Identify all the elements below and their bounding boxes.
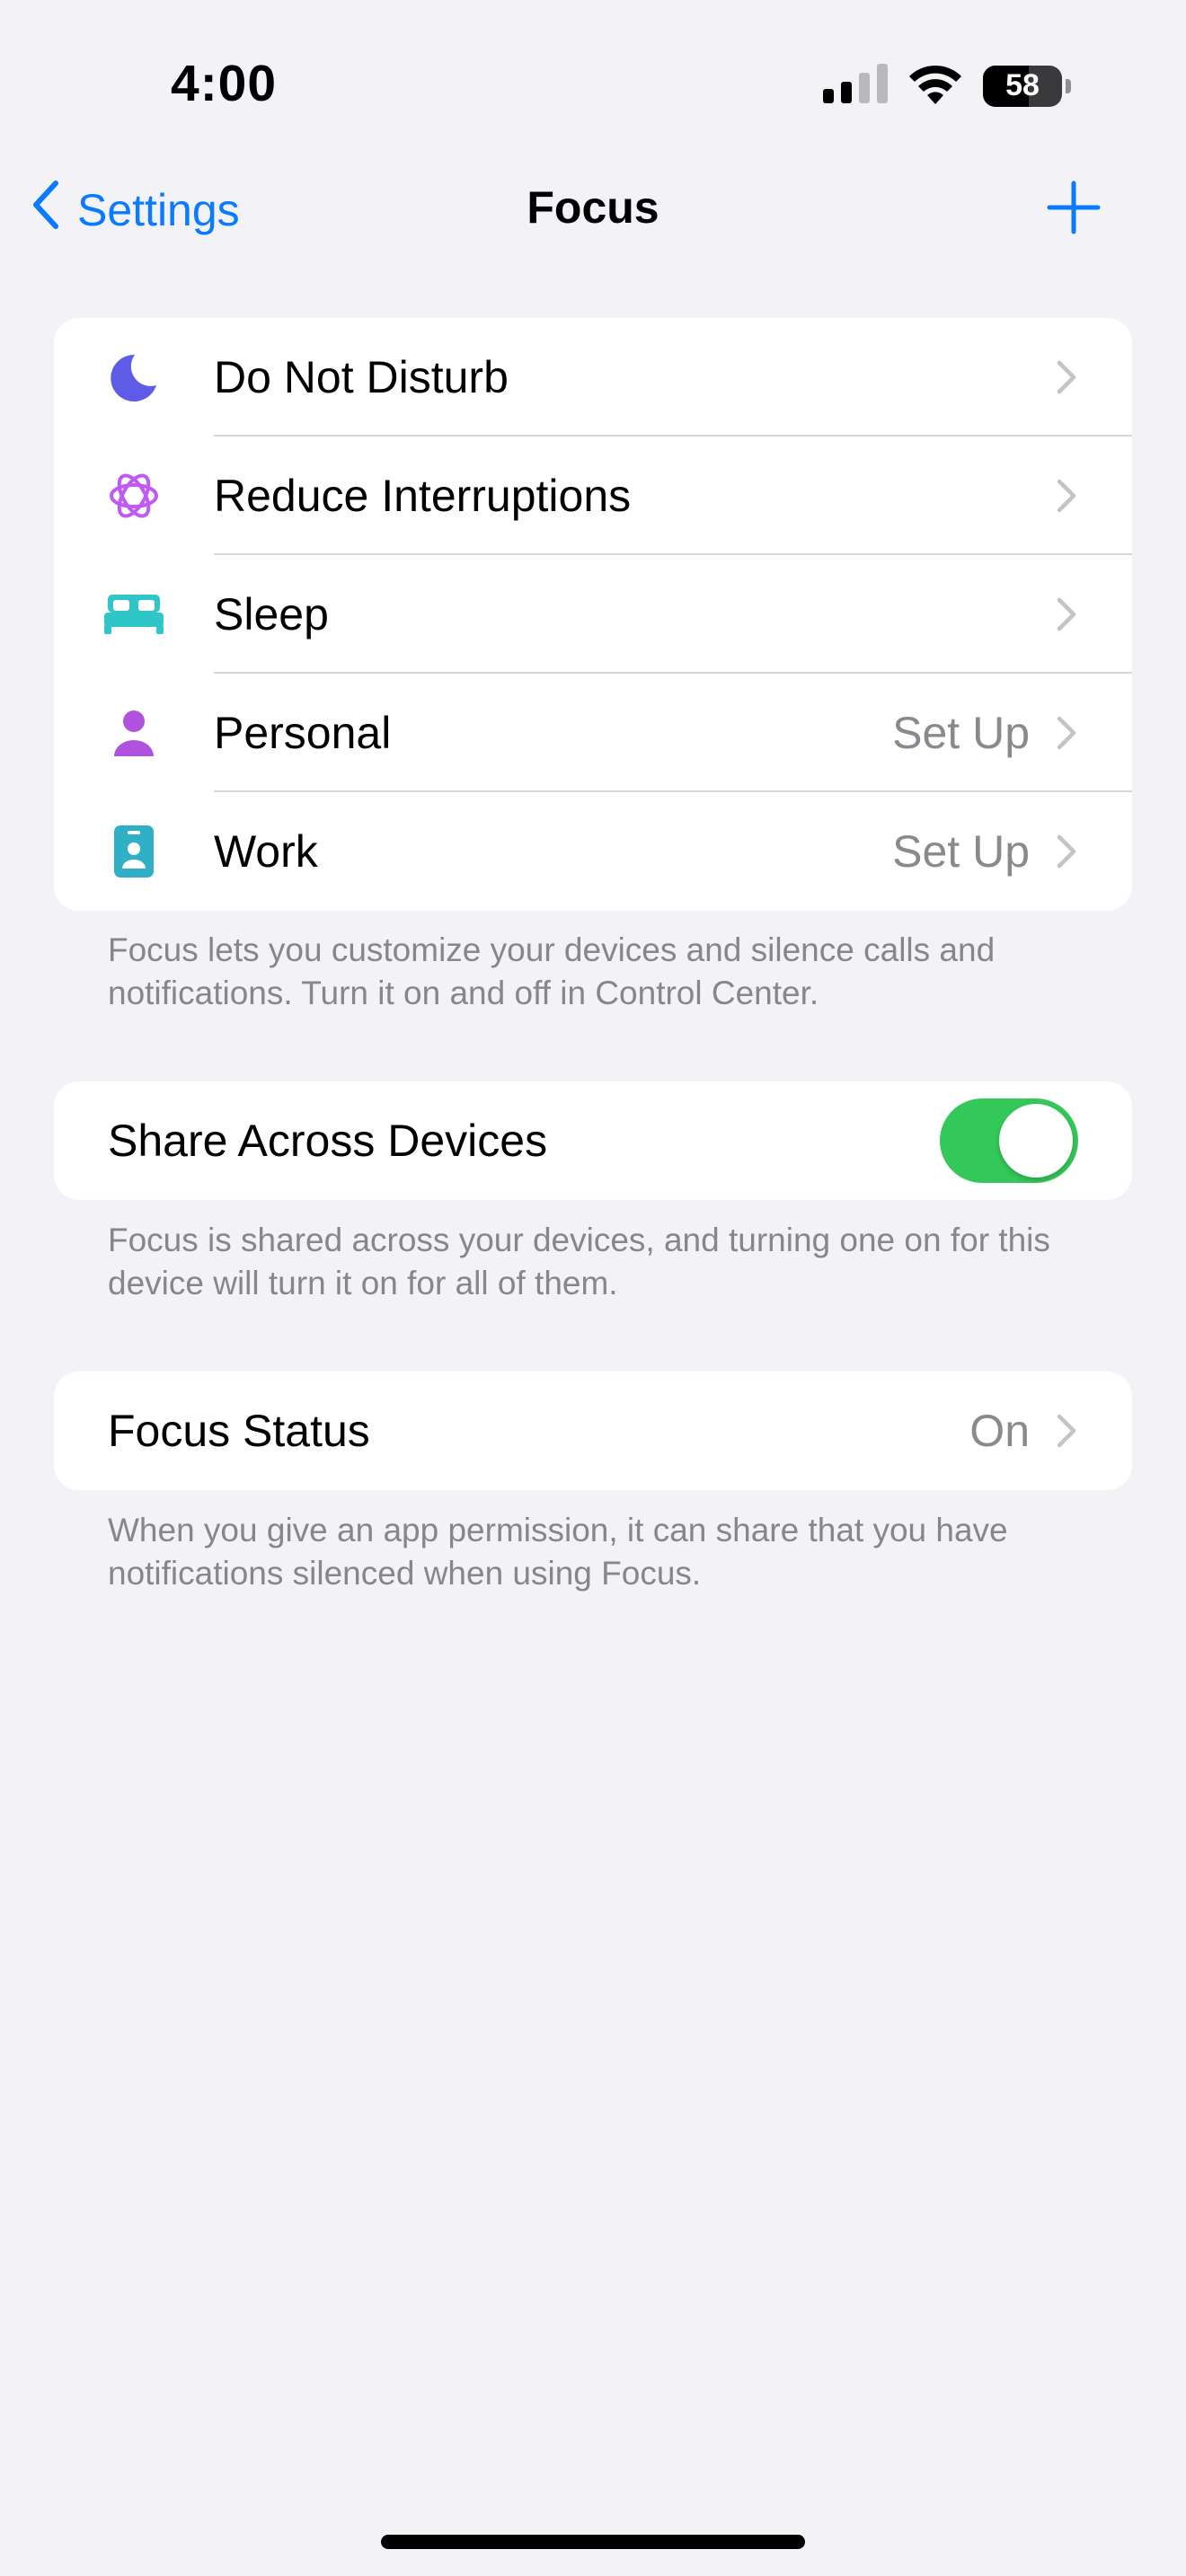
focus-mode-personal[interactable]: Personal Set Up: [54, 674, 1132, 792]
battery-percent: 58: [1005, 68, 1040, 102]
focus-status-footnote: When you give an app permission, it can …: [108, 1512, 1008, 1592]
focus-mode-value: Set Up: [892, 708, 1030, 758]
focus-mode-reduce-interruptions[interactable]: Reduce Interruptions: [54, 437, 1132, 555]
status-bar: 4:00 58: [0, 0, 1186, 171]
battery-cap: [1066, 78, 1071, 93]
focus-mode-sleep[interactable]: Sleep: [54, 555, 1132, 674]
chevron-right-icon: [1057, 597, 1078, 631]
add-focus-button[interactable]: [1046, 180, 1102, 235]
focus-mode-label: Personal: [214, 708, 392, 758]
chevron-right-icon: [1057, 479, 1078, 513]
navigation-bar: Settings Focus: [0, 171, 1186, 251]
share-across-devices-footnote: Focus is shared across your devices, and…: [108, 1222, 1050, 1301]
focus-mode-label: Do Not Disturb: [214, 352, 509, 402]
share-across-devices-label: Share Across Devices: [108, 1116, 548, 1166]
chevron-right-icon: [1057, 834, 1078, 869]
focus-mode-value: Set Up: [892, 826, 1030, 877]
focus-mode-work[interactable]: Work Set Up: [54, 792, 1132, 911]
chevron-right-icon: [1057, 716, 1078, 750]
plus-icon: [1046, 181, 1102, 239]
person-icon: [54, 710, 214, 756]
focus-modes-footnote: Focus lets you customize your devices an…: [108, 931, 996, 1011]
focus-modes-list: Do Not Disturb Reduce Interruptions Slee…: [54, 318, 1132, 911]
status-icons: 58: [823, 63, 1071, 109]
chevron-right-icon: [1057, 1414, 1078, 1448]
home-indicator[interactable]: [381, 2535, 805, 2549]
status-time: 4:00: [171, 55, 278, 112]
focus-mode-label: Sleep: [214, 589, 329, 640]
cellular-signal-icon: [823, 64, 888, 108]
focus-mode-label: Reduce Interruptions: [214, 471, 632, 521]
focus-status-value: On: [969, 1406, 1030, 1456]
reduce-interruptions-icon: [54, 468, 214, 524]
share-across-devices-group: Share Across Devices: [54, 1081, 1132, 1200]
share-across-devices-toggle[interactable]: [940, 1098, 1078, 1183]
toggle-knob: [999, 1104, 1073, 1178]
focus-mode-do-not-disturb[interactable]: Do Not Disturb: [54, 318, 1132, 437]
page-title: Focus: [527, 182, 659, 233]
id-badge-icon: [54, 825, 214, 878]
focus-status-label: Focus Status: [108, 1406, 370, 1456]
battery-icon: 58: [983, 65, 1062, 107]
focus-status-row[interactable]: Focus Status On: [54, 1372, 1132, 1490]
focus-mode-label: Work: [214, 826, 318, 877]
focus-status-group: Focus Status On: [54, 1372, 1132, 1490]
moon-icon: [54, 351, 214, 403]
chevron-right-icon: [1057, 360, 1078, 394]
wifi-icon: [907, 63, 963, 109]
bed-icon: [54, 595, 214, 634]
share-across-devices-row: Share Across Devices: [54, 1081, 1132, 1200]
